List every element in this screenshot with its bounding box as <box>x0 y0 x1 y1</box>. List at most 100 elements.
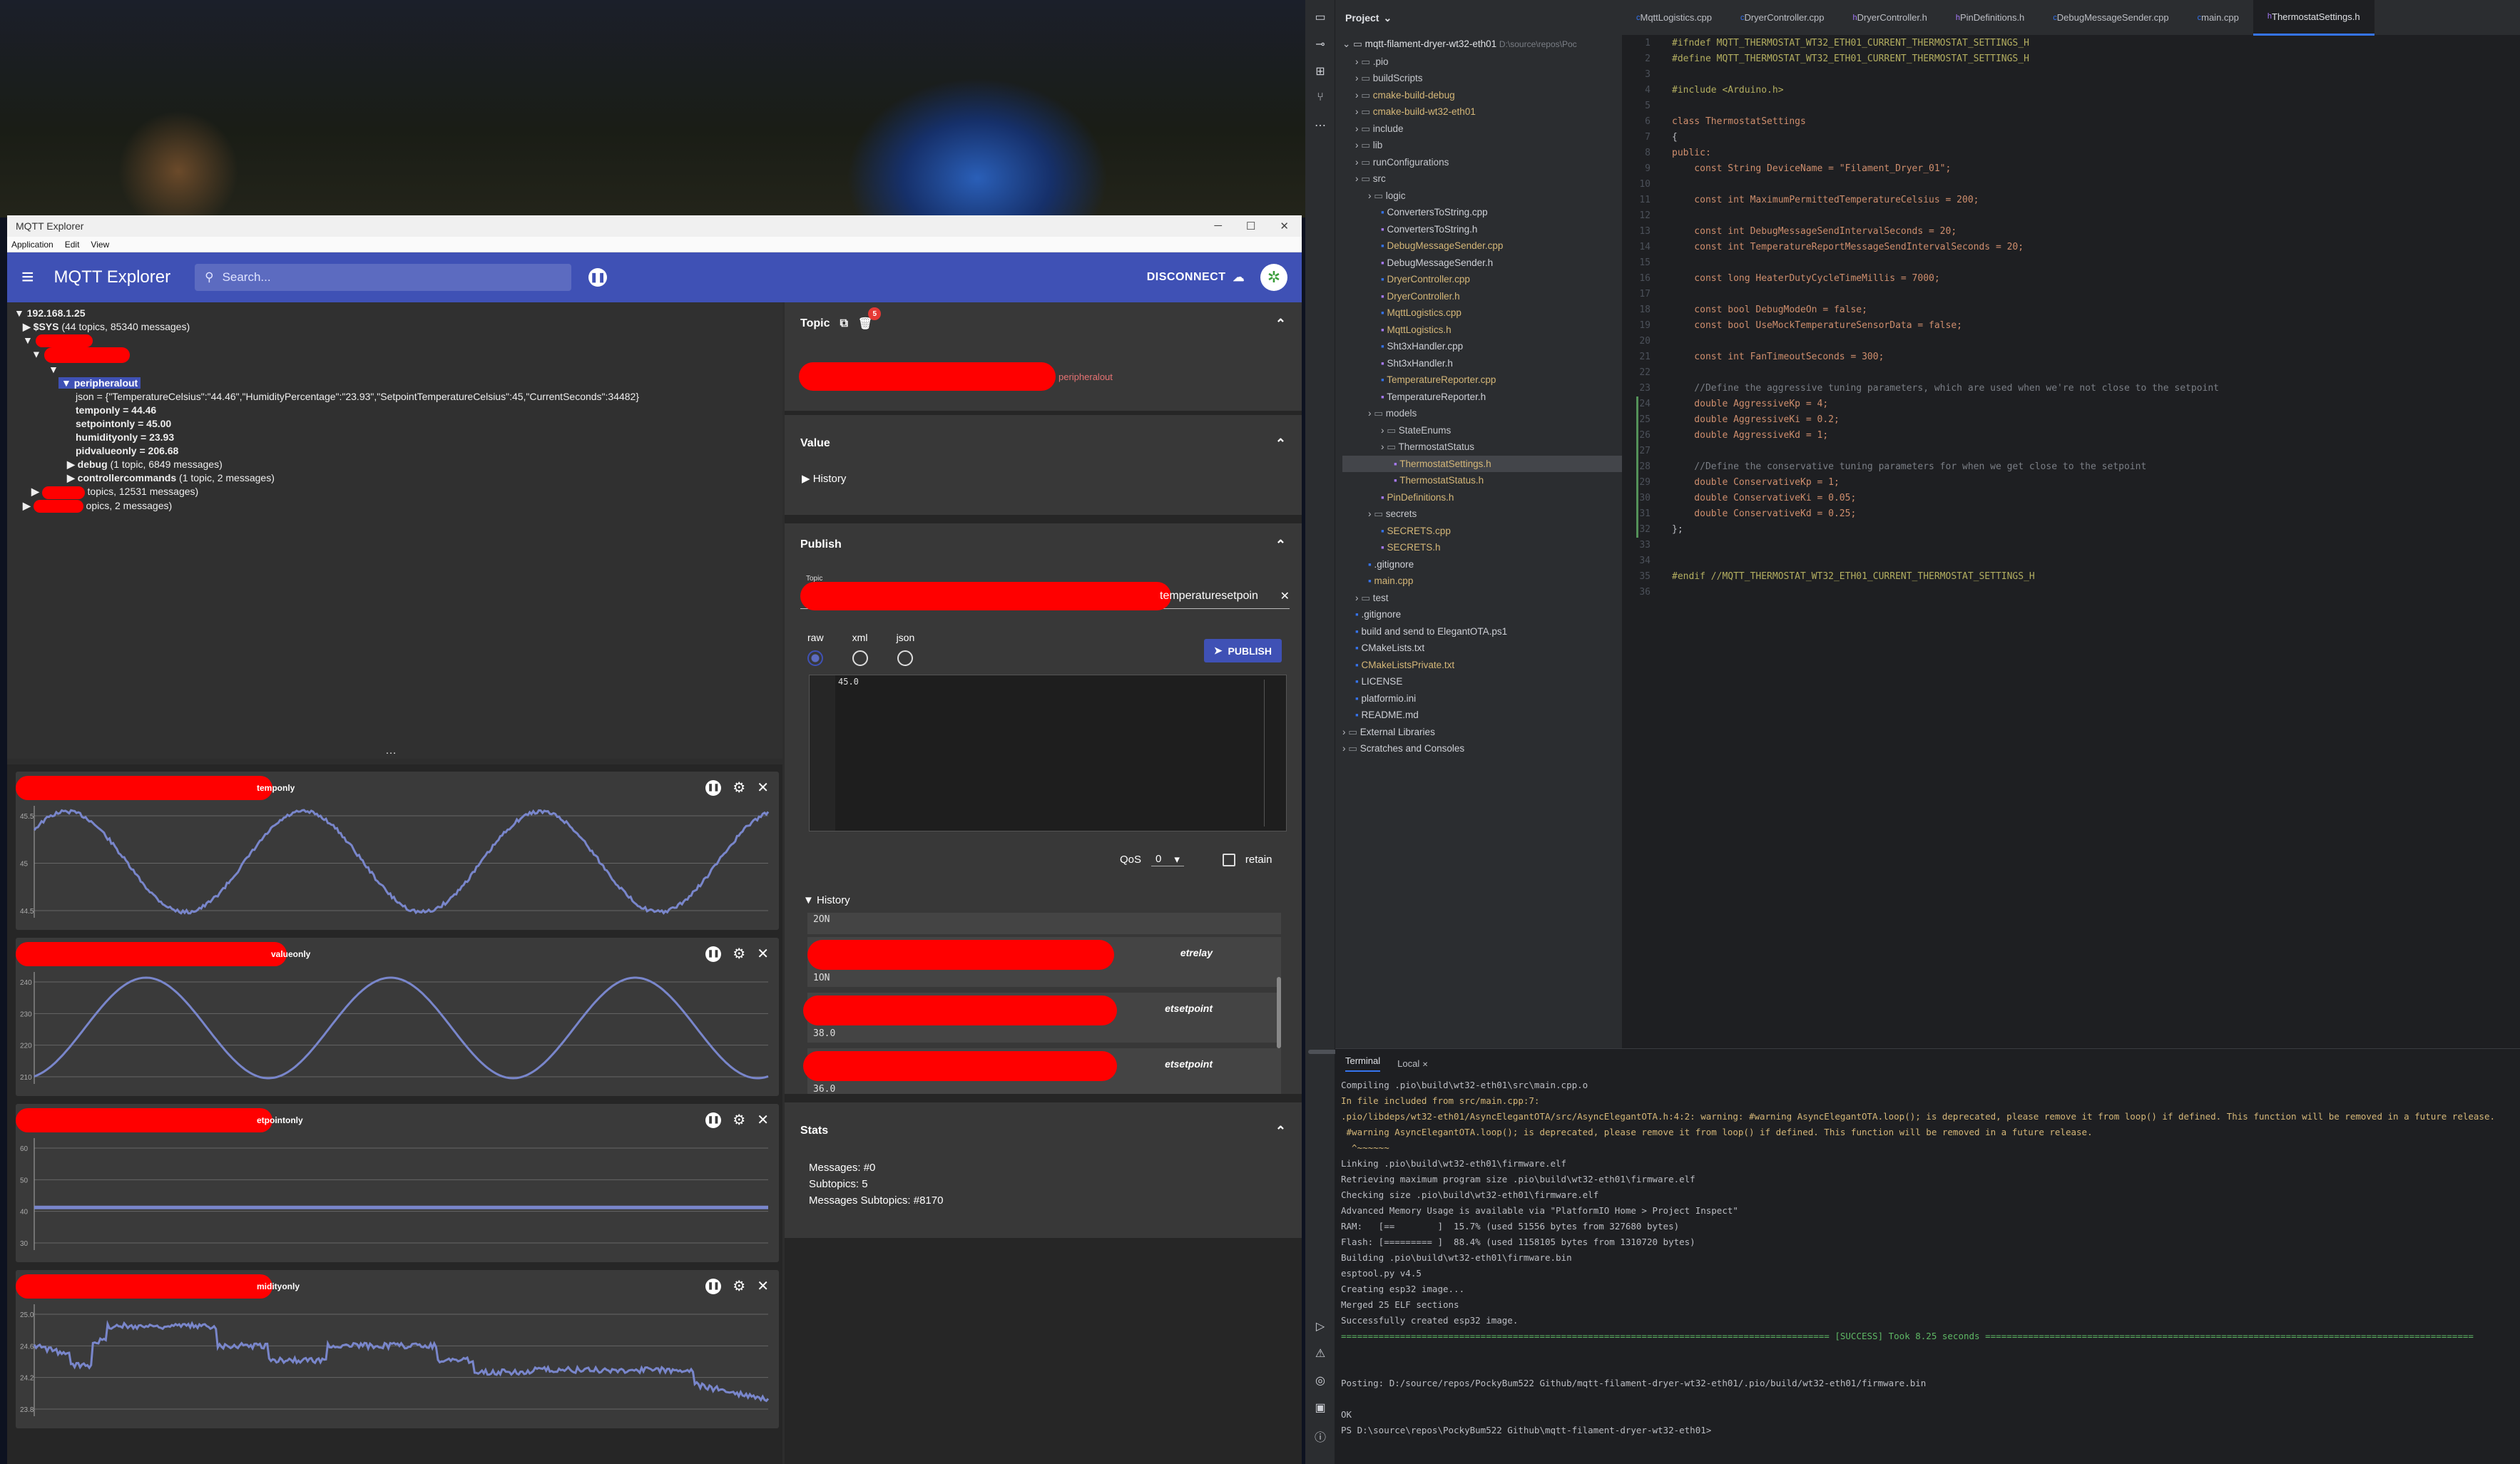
tree-setpointonly[interactable]: setpointonly = 45.00 <box>14 417 775 431</box>
pause-icon[interactable]: ❚❚ <box>705 779 722 796</box>
chevron-up-icon[interactable]: ⌃ <box>1275 317 1286 332</box>
tree-folder[interactable]: › ▭ test <box>1342 590 1622 607</box>
chevron-up-icon[interactable]: ⌃ <box>1275 436 1286 451</box>
tree-folder[interactable]: › ▭ secrets <box>1342 506 1622 523</box>
tree-folder[interactable]: › ▭ External Libraries <box>1342 724 1622 741</box>
publish-topic-input[interactable]: temperaturesetpoin ✕ <box>800 581 1290 610</box>
problems-icon[interactable]: ⚠ <box>1312 1346 1329 1363</box>
tree-file[interactable]: ▪ CMakeLists.txt <box>1342 640 1622 657</box>
history-item[interactable]: etsetpoint 38.0 <box>803 993 1281 1043</box>
project-root[interactable]: ⌄ ▭ mqtt-filament-dryer-wt32-eth01 D:\so… <box>1342 36 1622 53</box>
gear-icon[interactable]: ⚙ <box>733 1111 745 1129</box>
history-item[interactable]: etrelay 1ON <box>807 937 1281 987</box>
tree-redacted-2[interactable]: ▼ <box>14 347 775 364</box>
format-raw[interactable]: raw <box>807 632 824 668</box>
payload-editor[interactable]: 45.0 <box>809 675 1287 831</box>
tree-folder[interactable]: › ▭ .pio <box>1342 53 1622 71</box>
format-xml[interactable]: xml <box>852 632 868 668</box>
tree-redacted-1[interactable]: ▼ <box>14 334 775 348</box>
qos-select[interactable]: 0 ▾ <box>1151 853 1184 866</box>
tree-file[interactable]: ▪ Sht3xHandler.cpp <box>1342 338 1622 355</box>
history-item[interactable]: 2ON <box>807 913 1281 934</box>
stats-panel-header[interactable]: Stats ⌃ <box>785 1102 1302 1160</box>
publish-history-toggle[interactable]: ▼ History <box>803 894 850 906</box>
tree-json-value[interactable]: json = {"TemperatureCelsius":"44.46","Hu… <box>14 390 775 404</box>
retain-checkbox[interactable] <box>1222 853 1235 866</box>
tree-file[interactable]: ▪ SECRETS.cpp <box>1342 523 1622 540</box>
clear-icon[interactable]: ✕ <box>1280 589 1290 603</box>
value-history-toggle[interactable]: ▶ History <box>785 472 1302 485</box>
tree-pidvalueonly[interactable]: pidvalueonly = 206.68 <box>14 444 775 458</box>
menu-application[interactable]: Application <box>11 240 53 250</box>
tree-file[interactable]: ▪ TemperatureReporter.h <box>1342 389 1622 406</box>
close-icon[interactable]: ✕ <box>757 1277 769 1295</box>
tree-file[interactable]: ▪ README.md <box>1342 707 1622 724</box>
tree-file[interactable]: ▪ build and send to ElegantOTA.ps1 <box>1342 623 1622 640</box>
tree-file[interactable]: ▪ LICENSE <box>1342 673 1622 690</box>
run-icon[interactable]: ▷ <box>1312 1319 1329 1336</box>
terminal-icon[interactable]: ▣ <box>1312 1401 1329 1418</box>
close-icon[interactable]: ✕ <box>757 1111 769 1129</box>
tree-redacted-3[interactable]: ▼ <box>14 363 775 377</box>
tree-folder[interactable]: › ▭ Scratches and Consoles <box>1342 740 1622 757</box>
tree-folder[interactable]: › ▭ cmake-build-debug <box>1342 87 1622 104</box>
pause-icon[interactable]: ❚❚ <box>705 1278 722 1294</box>
terminal-output[interactable]: Compiling .pio\build\wt32-eth01\src\main… <box>1335 1077 2520 1438</box>
editor-tab[interactable]: h ThermostatSettings.h <box>2253 0 2374 36</box>
pause-icon[interactable]: ❚❚ <box>588 268 608 287</box>
folder-icon[interactable]: ▭ <box>1312 10 1329 27</box>
tree-folder[interactable]: › ▭ buildScripts <box>1342 70 1622 87</box>
tree-folder[interactable]: › ▭ src <box>1342 170 1622 188</box>
tree-sys[interactable]: ▶ $SYS (44 topics, 85340 messages) <box>14 320 775 334</box>
gear-icon[interactable]: ⚙ <box>733 779 745 797</box>
tree-file[interactable]: ▪ platformio.ini <box>1342 690 1622 707</box>
tree-peripheralout[interactable]: ▼ peripheralout <box>14 377 775 390</box>
format-json[interactable]: json <box>897 632 914 668</box>
commit-icon[interactable]: ⊸ <box>1312 37 1329 54</box>
chevron-up-icon[interactable]: ⌃ <box>1275 1124 1286 1139</box>
close-icon[interactable]: ✕ <box>757 779 769 797</box>
structure-icon[interactable]: ⊞ <box>1312 64 1329 81</box>
tree-temponly[interactable]: temponly = 44.46 <box>14 404 775 417</box>
tree-folder[interactable]: › ▭ include <box>1342 121 1622 138</box>
tree-folder[interactable]: › ▭ cmake-build-wt32-eth01 <box>1342 103 1622 121</box>
hamburger-menu-icon[interactable]: ≡ <box>21 265 34 290</box>
tree-file[interactable]: ▪ CMakeListsPrivate.txt <box>1342 657 1622 674</box>
tree-file[interactable]: ▪ main.cpp <box>1342 573 1622 590</box>
tree-folder[interactable]: › ▭ models <box>1342 405 1622 422</box>
close-icon[interactable]: ✕ <box>1422 1061 1428 1069</box>
tree-root[interactable]: ▼ 192.168.1.25 <box>14 307 775 320</box>
chevron-up-icon[interactable]: ⌃ <box>1275 538 1286 553</box>
tree-file[interactable]: ▪ ConvertersToString.cpp <box>1342 204 1622 221</box>
editor-tab[interactable]: c main.cpp <box>2183 0 2253 36</box>
minimize-icon[interactable]: ─ <box>1214 220 1222 232</box>
close-icon[interactable]: ✕ <box>757 945 769 963</box>
gear-icon[interactable]: ⚙ <box>733 945 745 963</box>
menu-view[interactable]: View <box>91 240 109 250</box>
tree-folder[interactable]: › ▭ runConfigurations <box>1342 154 1622 171</box>
tree-folder[interactable]: › ▭ lib <box>1342 137 1622 154</box>
tree-redacted-5[interactable]: ▶ opics, 2 messages) <box>14 499 775 513</box>
tree-folder[interactable]: › ▭ StateEnums <box>1342 422 1622 439</box>
tree-controllercommands[interactable]: ▶ controllercommands (1 topic, 2 message… <box>14 471 775 485</box>
topic-panel-header[interactable]: Topic ⧉ 🗑 5 ⌃ <box>785 302 1302 345</box>
gear-icon[interactable]: ⚙ <box>733 1277 745 1295</box>
editor-tab[interactable]: h PinDefinitions.h <box>1942 0 2039 36</box>
search-input[interactable]: ⚲ Search... <box>195 264 572 291</box>
publish-button[interactable]: ➤ PUBLISH <box>1203 639 1282 662</box>
disconnect-button[interactable]: DISCONNECT ☁ <box>1147 270 1245 285</box>
tree-folder[interactable]: › ▭ logic <box>1342 188 1622 205</box>
tree-file[interactable]: ▪ Sht3xHandler.h <box>1342 355 1622 372</box>
resize-handle[interactable]: … <box>385 744 397 757</box>
tree-file[interactable]: ▪ .gitignore <box>1342 556 1622 573</box>
tree-file[interactable]: ▪ PinDefinitions.h <box>1342 489 1622 506</box>
close-icon[interactable]: ✕ <box>1280 220 1289 232</box>
editor-tab[interactable]: c DryerController.cpp <box>1726 0 1839 36</box>
tree-file[interactable]: ▪ DryerController.h <box>1342 288 1622 305</box>
history-item[interactable]: etsetpoint 36.0 <box>803 1048 1281 1094</box>
tree-file[interactable]: ▪ MqttLogistics.h <box>1342 322 1622 339</box>
avatar[interactable]: ✲ <box>1260 264 1287 291</box>
tree-file[interactable]: ▪ ThermostatStatus.h <box>1342 472 1622 489</box>
scrollbar[interactable] <box>1277 977 1281 1048</box>
terminal-tab-label[interactable]: Terminal <box>1345 1055 1381 1072</box>
